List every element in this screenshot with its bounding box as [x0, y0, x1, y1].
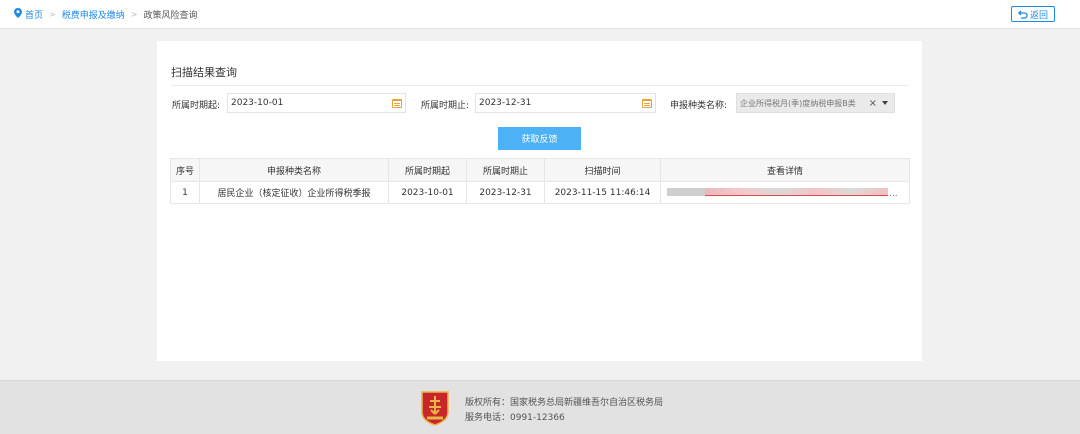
start-period-label: 所属时期起: — [172, 101, 221, 111]
cell-details-link[interactable]: ... — [660, 181, 910, 204]
declaration-type-select[interactable]: 企业所得税月(季)度纳税申报B类 × — [736, 93, 895, 113]
scan-result-card: 扫描结果查询 所属时期起: 2023-10-01 所属时期止: 2023-12-… — [157, 41, 922, 361]
header-details: 查看详情 — [660, 158, 910, 182]
breadcrumb: 首页 > 税费申报及缴纳 > 政策风险查询 — [14, 8, 197, 21]
table-header-row: 序号 申报种类名称 所属时期起 所属时期止 扫描时间 查看详情 — [170, 158, 910, 182]
header-index: 序号 — [170, 158, 200, 182]
breadcrumb-current: 政策风险查询 — [143, 11, 198, 21]
breadcrumb-separator: > — [49, 10, 56, 19]
divider — [171, 85, 908, 86]
start-period-input[interactable]: 2023-10-01 — [227, 93, 406, 113]
header-start-period: 所属时期起 — [388, 158, 467, 182]
chevron-down-icon[interactable] — [882, 101, 888, 105]
back-button-label: 返回 — [1029, 10, 1048, 21]
redacted-detail-text — [667, 187, 888, 197]
start-period-value: 2023-10-01 — [231, 98, 284, 108]
declaration-type-label: 申报种类名称: — [670, 101, 728, 111]
fetch-feedback-button[interactable]: 获取反馈 — [498, 127, 581, 150]
detail-ellipsis: ... — [889, 188, 898, 199]
header-scan-time: 扫描时间 — [544, 158, 661, 182]
header-end-period: 所属时期止 — [466, 158, 545, 182]
declaration-type-value: 企业所得税月(季)度纳税申报B类 — [740, 98, 856, 108]
results-table: 序号 申报种类名称 所属时期起 所属时期止 扫描时间 查看详情 1 居民企业（核… — [170, 158, 910, 204]
cell-index: 1 — [170, 181, 200, 204]
location-pin-icon — [14, 8, 22, 21]
back-button[interactable]: 返回 — [1011, 6, 1055, 22]
cell-start-period: 2023-10-01 — [388, 181, 467, 204]
end-period-input[interactable]: 2023-12-31 — [475, 93, 656, 113]
breadcrumb-section-link[interactable]: 税费申报及缴纳 — [62, 8, 125, 21]
calendar-icon[interactable] — [642, 98, 652, 108]
end-period-label: 所属时期止: — [421, 101, 470, 111]
tax-bureau-emblem-icon — [420, 390, 450, 429]
breadcrumb-separator: > — [130, 10, 138, 19]
return-arrow-icon — [1017, 10, 1028, 19]
cell-end-period: 2023-12-31 — [466, 181, 545, 204]
end-period-value: 2023-12-31 — [479, 98, 532, 108]
page-footer: 版权所有：国家税务总局新疆维吾尔自治区税务局 服务电话：0991-12366 — [0, 380, 1080, 434]
cell-type-name: 居民企业（核定征收）企业所得税季报 — [199, 181, 389, 204]
cell-scan-time: 2023-11-15 11:46:14 — [544, 181, 661, 204]
footer-copyright: 版权所有：国家税务总局新疆维吾尔自治区税务局 — [465, 398, 664, 408]
calendar-icon[interactable] — [392, 98, 402, 108]
clear-selection-icon[interactable]: × — [869, 98, 877, 109]
table-row: 1 居民企业（核定征收）企业所得税季报 2023-10-01 2023-12-3… — [170, 181, 910, 204]
header-type-name: 申报种类名称 — [199, 158, 389, 182]
card-title: 扫描结果查询 — [171, 66, 237, 79]
top-bar: 首页 > 税费申报及缴纳 > 政策风险查询 返回 — [0, 0, 1080, 29]
breadcrumb-home-link[interactable]: 首页 — [25, 8, 43, 21]
footer-phone: 服务电话：0991-12366 — [465, 413, 565, 423]
